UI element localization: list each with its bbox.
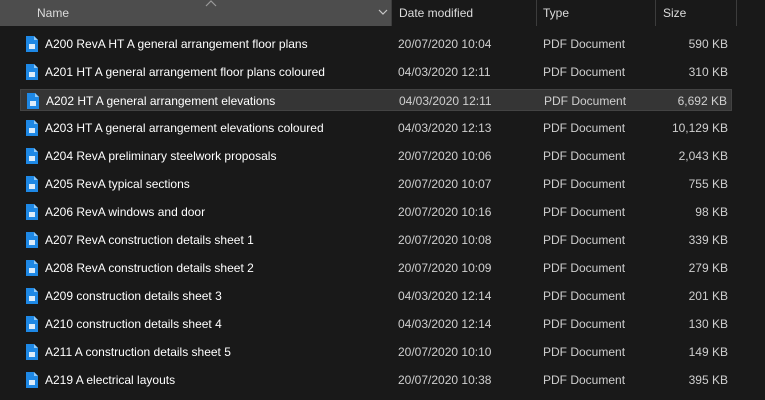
file-date-modified: 20/07/2020 10:06 bbox=[398, 149, 492, 163]
file-type: PDF Document bbox=[543, 317, 626, 331]
file-date-modified: 20/07/2020 10:10 bbox=[398, 345, 492, 359]
pdf-file-icon bbox=[26, 36, 38, 52]
file-name: A205 RevA typical sections bbox=[45, 177, 190, 191]
file-type: PDF Document bbox=[543, 37, 626, 51]
file-name: A207 RevA construction details sheet 1 bbox=[45, 233, 254, 247]
file-date-modified: 20/07/2020 10:04 bbox=[398, 37, 492, 51]
file-size: 149 KB bbox=[688, 345, 728, 359]
file-name: A203 HT A general arrangement elevations… bbox=[45, 121, 324, 135]
file-row[interactable]: A201 HT A general arrangement floor plan… bbox=[20, 61, 732, 83]
file-row[interactable]: A205 RevA typical sections 20/07/2020 10… bbox=[20, 173, 732, 195]
file-size: 2,043 KB bbox=[678, 149, 728, 163]
file-name: A202 HT A general arrangement elevations bbox=[46, 94, 276, 108]
chevron-down-icon[interactable] bbox=[378, 7, 388, 17]
file-date-modified: 20/07/2020 10:38 bbox=[398, 373, 492, 387]
pdf-file-icon bbox=[26, 64, 38, 80]
file-size: 98 KB bbox=[695, 205, 728, 219]
file-size: 6,692 KB bbox=[677, 94, 727, 108]
file-date-modified: 04/03/2020 12:11 bbox=[398, 65, 491, 79]
column-header-type-label: Type bbox=[543, 6, 570, 20]
file-type: PDF Document bbox=[543, 261, 626, 275]
pdf-file-icon bbox=[26, 344, 38, 360]
column-header-date-label: Date modified bbox=[399, 6, 474, 20]
file-size: 755 KB bbox=[688, 177, 728, 191]
column-header-type[interactable]: Type bbox=[537, 0, 655, 26]
file-row[interactable]: A207 RevA construction details sheet 1 2… bbox=[20, 229, 732, 251]
file-name: A219 A electrical layouts bbox=[45, 373, 176, 387]
file-type: PDF Document bbox=[543, 289, 626, 303]
pdf-file-icon bbox=[26, 148, 38, 164]
file-size: 395 KB bbox=[688, 373, 728, 387]
file-row[interactable]: A211 A construction details sheet 5 20/0… bbox=[20, 341, 732, 363]
file-date-modified: 20/07/2020 10:09 bbox=[398, 261, 492, 275]
file-type: PDF Document bbox=[543, 65, 626, 79]
pdf-file-icon bbox=[26, 260, 38, 276]
file-row[interactable]: A206 RevA windows and door 20/07/2020 10… bbox=[20, 201, 732, 223]
file-type: PDF Document bbox=[543, 121, 626, 135]
file-name: A204 RevA preliminary steelwork proposal… bbox=[45, 149, 277, 163]
file-type: PDF Document bbox=[543, 233, 626, 247]
pdf-file-icon bbox=[27, 93, 39, 109]
column-header-name[interactable]: Name bbox=[0, 0, 391, 26]
pdf-file-icon bbox=[26, 176, 38, 192]
file-row-selected[interactable]: A202 HT A general arrangement elevations… bbox=[20, 89, 732, 111]
file-name: A200 RevA HT A general arrangement floor… bbox=[45, 37, 308, 51]
file-size: 310 KB bbox=[688, 65, 728, 79]
file-row[interactable]: A203 HT A general arrangement elevations… bbox=[20, 117, 732, 139]
file-type: PDF Document bbox=[543, 205, 626, 219]
column-header-bar: Name Date modified Type Size bbox=[0, 0, 765, 26]
pdf-file-icon bbox=[26, 120, 38, 136]
file-date-modified: 04/03/2020 12:13 bbox=[398, 121, 492, 135]
file-date-modified: 20/07/2020 10:07 bbox=[398, 177, 492, 191]
file-size: 279 KB bbox=[688, 261, 728, 275]
file-name: A209 construction details sheet 3 bbox=[45, 289, 222, 303]
file-date-modified: 04/03/2020 12:11 bbox=[399, 94, 492, 108]
file-row[interactable]: A200 RevA HT A general arrangement floor… bbox=[20, 33, 732, 55]
file-size: 590 KB bbox=[688, 37, 728, 51]
column-divider[interactable] bbox=[736, 0, 737, 26]
file-type: PDF Document bbox=[543, 177, 626, 191]
file-size: 201 KB bbox=[688, 289, 728, 303]
file-type: PDF Document bbox=[544, 94, 627, 108]
file-type: PDF Document bbox=[543, 345, 626, 359]
file-date-modified: 04/03/2020 12:14 bbox=[398, 289, 492, 303]
column-header-size[interactable]: Size bbox=[656, 0, 736, 26]
file-size: 339 KB bbox=[688, 233, 728, 247]
file-row[interactable]: A208 RevA construction details sheet 2 2… bbox=[20, 257, 732, 279]
pdf-file-icon bbox=[26, 372, 38, 388]
pdf-file-icon bbox=[26, 232, 38, 248]
file-name: A208 RevA construction details sheet 2 bbox=[45, 261, 254, 275]
column-header-date-modified[interactable]: Date modified bbox=[392, 0, 536, 26]
file-size: 10,129 KB bbox=[671, 121, 728, 135]
file-size: 130 KB bbox=[688, 317, 728, 331]
file-row[interactable]: A210 construction details sheet 4 04/03/… bbox=[20, 313, 732, 335]
file-row[interactable]: A219 A electrical layouts 20/07/2020 10:… bbox=[20, 369, 732, 391]
file-date-modified: 20/07/2020 10:16 bbox=[398, 205, 492, 219]
column-header-size-label: Size bbox=[663, 6, 687, 20]
column-header-name-label: Name bbox=[37, 6, 70, 20]
sort-up-icon bbox=[205, 0, 217, 7]
file-row[interactable]: A204 RevA preliminary steelwork proposal… bbox=[20, 145, 732, 167]
pdf-file-icon bbox=[26, 288, 38, 304]
file-name: A211 A construction details sheet 5 bbox=[45, 345, 231, 359]
file-type: PDF Document bbox=[543, 149, 626, 163]
file-name: A206 RevA windows and door bbox=[45, 205, 206, 219]
file-date-modified: 04/03/2020 12:14 bbox=[398, 317, 492, 331]
pdf-file-icon bbox=[26, 316, 38, 332]
file-name: A201 HT A general arrangement floor plan… bbox=[45, 65, 325, 79]
pdf-file-icon bbox=[26, 204, 38, 220]
file-row[interactable]: A209 construction details sheet 3 04/03/… bbox=[20, 285, 732, 307]
file-type: PDF Document bbox=[543, 373, 626, 387]
file-name: A210 construction details sheet 4 bbox=[45, 317, 222, 331]
file-date-modified: 20/07/2020 10:08 bbox=[398, 233, 492, 247]
